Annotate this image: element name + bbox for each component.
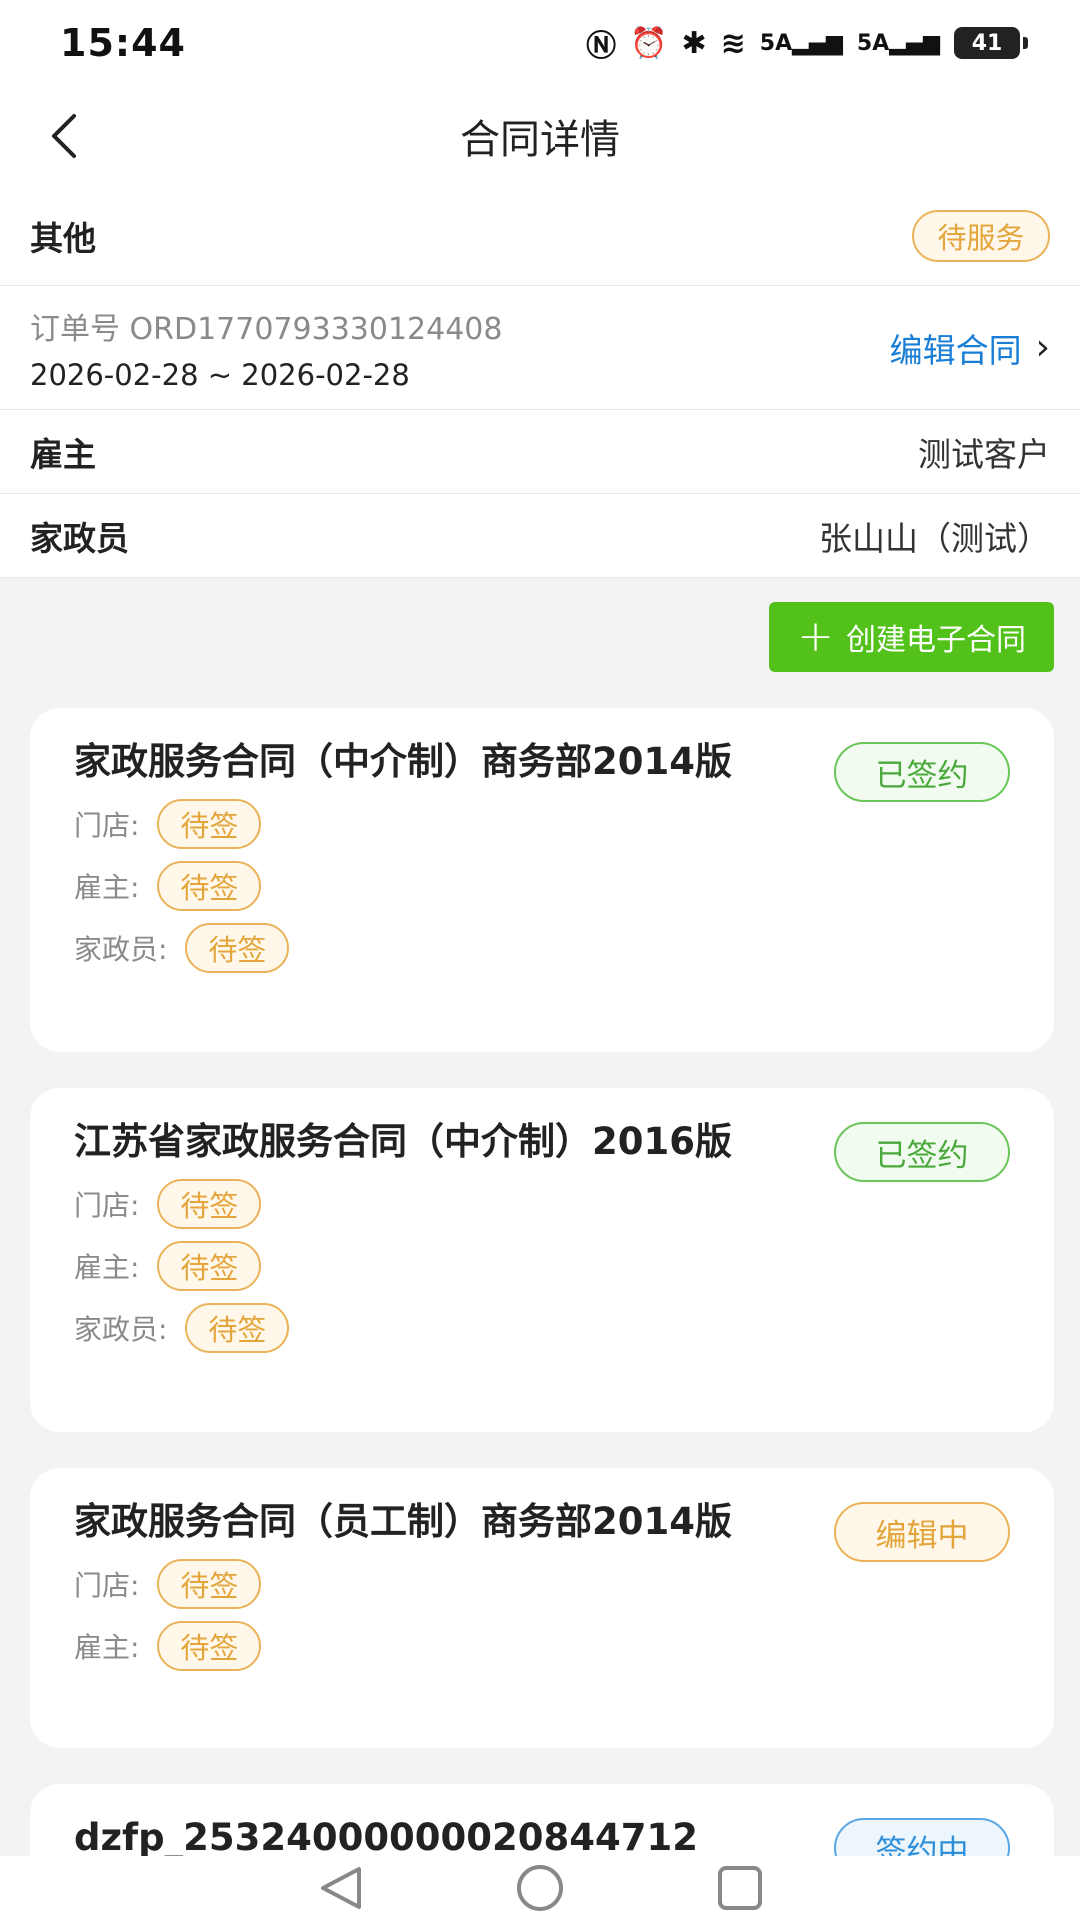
nav-bar: 合同详情: [0, 86, 1080, 186]
worker-row: 家政员 张山山（测试）: [0, 494, 1080, 578]
signer-label: 雇主:: [74, 1631, 140, 1664]
create-e-contract-button[interactable]: + 创建电子合同: [769, 602, 1054, 672]
signal-icon: 5A▂▄▆: [759, 30, 843, 56]
signer-status-badge: 待签: [157, 799, 262, 849]
signer-row: 雇主: 待签: [74, 1235, 1010, 1297]
signer-label: 门店:: [74, 1569, 140, 1602]
contract-title: dzfp_25324000000020844712: [74, 1816, 698, 1859]
signer-status-badge: 待签: [185, 1303, 290, 1353]
status-icons: Ⓝ ⏰ ✱ ≋ 5A▂▄▆ 5A▂▄▆ 41: [586, 21, 1028, 65]
signer-status-badge: 待签: [157, 861, 262, 911]
contract-status-badge: 编辑中: [834, 1502, 1010, 1562]
edit-contract-link[interactable]: 编辑合同 ›: [890, 324, 1050, 372]
signer-status-badge: 待签: [157, 1559, 262, 1609]
signer-row: 门店: 待签: [74, 1173, 1010, 1235]
worker-label: 家政员: [30, 518, 129, 558]
bluetooth-icon: ✱: [681, 25, 707, 61]
signer-row: 家政员: 待签: [74, 1297, 1010, 1359]
signer-row: 雇主: 待签: [74, 855, 1010, 917]
contract-title: 江苏省家政服务合同（中介制）2016版: [74, 1120, 732, 1163]
edit-contract-label: 编辑合同: [889, 330, 1022, 370]
signer-row: 雇主: 待签: [74, 1615, 1010, 1677]
signer-row: 门店: 待签: [74, 793, 1010, 855]
contract-card[interactable]: 江苏省家政服务合同（中介制）2016版 已签约 门店: 待签 雇主: 待签 家政…: [30, 1088, 1054, 1432]
employer-label: 雇主: [30, 434, 96, 474]
battery-icon: 41: [954, 27, 1028, 59]
signer-label: 雇主:: [74, 1251, 140, 1284]
status-time: 15:44: [60, 21, 186, 65]
employer-value: 测试客户: [918, 434, 1050, 474]
contract-status-badge: 已签约: [834, 1122, 1010, 1182]
nfc-icon: Ⓝ: [586, 29, 617, 64]
signer-label: 门店:: [74, 1189, 140, 1222]
order-number: 订单号 ORD1770793330124408: [30, 311, 503, 347]
back-button[interactable]: [40, 108, 96, 164]
contract-title: 家政服务合同（员工制）商务部2014版: [74, 1500, 732, 1543]
wifi-icon: ≋: [720, 25, 746, 61]
signer-label: 家政员:: [74, 933, 168, 966]
status-bar: 15:44 Ⓝ ⏰ ✱ ≋ 5A▂▄▆ 5A▂▄▆ 41: [0, 0, 1080, 86]
contract-card[interactable]: 家政服务合同（员工制）商务部2014版 编辑中 门店: 待签 雇主: 待签: [30, 1468, 1054, 1748]
page-title: 合同详情: [460, 117, 620, 163]
category-row: 其他 待服务: [0, 186, 1080, 286]
contract-status-badge: 已签约: [834, 742, 1010, 802]
order-dates: 2026-02-28 ~ 2026-02-28: [30, 357, 410, 392]
create-e-contract-label: 创建电子合同: [846, 623, 1026, 658]
service-status-badge: 待服务: [912, 209, 1050, 262]
contract-card[interactable]: 家政服务合同（中介制）商务部2014版 已签约 门店: 待签 雇主: 待签 家政…: [30, 708, 1054, 1052]
chevron-right-icon: ›: [1035, 327, 1050, 368]
back-chevron-icon: [52, 114, 76, 158]
alarm-icon: ⏰: [630, 25, 668, 61]
contract-title: 家政服务合同（中介制）商务部2014版: [74, 740, 732, 783]
signer-status-badge: 待签: [157, 1241, 262, 1291]
signer-status-badge: 待签: [185, 923, 290, 973]
category-label: 其他: [30, 218, 96, 258]
worker-value: 张山山（测试）: [819, 518, 1050, 558]
system-nav-bar: [0, 1856, 1080, 1920]
nav-home-icon[interactable]: [515, 1863, 565, 1913]
plus-icon: +: [797, 611, 834, 662]
action-area: + 创建电子合同: [0, 578, 1080, 706]
signer-label: 家政员:: [74, 1313, 168, 1346]
signer-row: 门店: 待签: [74, 1553, 1010, 1615]
order-row[interactable]: 订单号 ORD1770793330124408 2026-02-28 ~ 202…: [0, 286, 1080, 410]
signer-label: 雇主:: [74, 871, 140, 904]
signer-status-badge: 待签: [157, 1621, 262, 1671]
signer-row: 家政员: 待签: [74, 917, 1010, 979]
nav-back-icon[interactable]: [315, 1865, 365, 1911]
employer-row: 雇主 测试客户: [0, 410, 1080, 494]
signer-status-badge: 待签: [157, 1179, 262, 1229]
nav-recents-icon[interactable]: [715, 1863, 765, 1913]
order-info: 订单号 ORD1770793330124408 2026-02-28 ~ 202…: [30, 304, 503, 392]
signal-icon-2: 5A▂▄▆: [856, 30, 940, 56]
signer-label: 门店:: [74, 809, 140, 842]
